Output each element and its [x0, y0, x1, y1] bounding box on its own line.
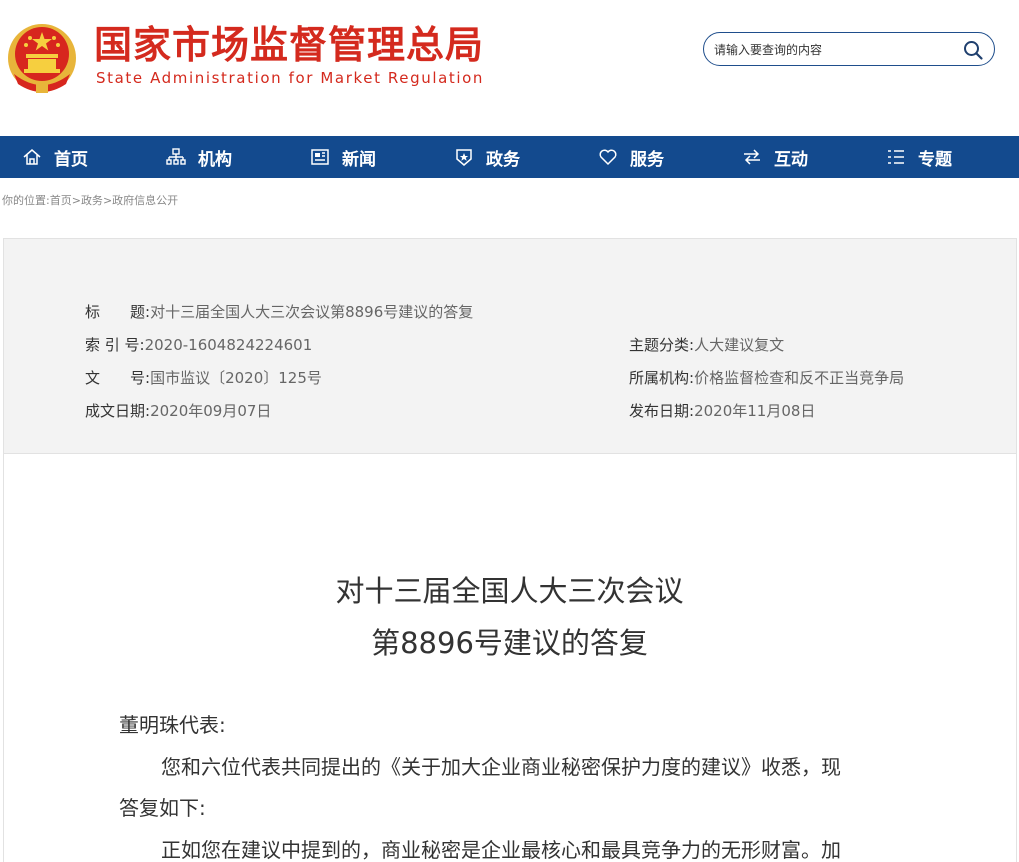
newspaper-icon	[311, 149, 329, 165]
meta-label: 发布日期:	[629, 402, 695, 420]
meta-label: 索 引 号:	[85, 336, 145, 354]
meta-index: 索 引 号:2020-1604824224601	[85, 335, 312, 355]
national-emblem-icon[interactable]	[6, 18, 78, 94]
nav-item-topics[interactable]: 专题	[886, 136, 952, 178]
search-icon[interactable]	[962, 39, 984, 61]
nav-item-org[interactable]: 机构	[166, 136, 232, 178]
site-name-en[interactable]: State Administration for Market Regulati…	[96, 69, 484, 87]
article-salutation: 董明珠代表:	[119, 713, 226, 737]
nav-item-label: 机构	[198, 149, 232, 170]
article-paragraph: 您和六位代表共同提出的《关于加大企业商业秘密保护力度的建议》收悉，现	[161, 755, 841, 779]
meta-value: 人大建议复文	[694, 336, 785, 354]
nav-item-label: 互动	[774, 149, 808, 170]
nav-item-interaction[interactable]: 互动	[742, 136, 808, 178]
badge-icon	[456, 149, 472, 166]
search-input[interactable]	[714, 39, 954, 61]
article-title-line1: 对十三届全国人大三次会议	[335, 574, 684, 608]
meta-value: 价格监督检查和反不正当竞争局	[694, 369, 905, 387]
exchange-icon	[744, 149, 760, 165]
org-chart-icon	[166, 148, 186, 165]
meta-topic: 主题分类:人大建议复文	[629, 335, 784, 355]
meta-value: 2020年09月07日	[150, 402, 272, 420]
breadcrumb-link-government[interactable]: 政务	[81, 194, 103, 207]
breadcrumb-separator: >	[71, 194, 81, 207]
breadcrumb: 你的位置:首页>政务>政府信息公开	[2, 192, 178, 208]
meta-value: 对十三届全国人大三次会议第8896号建议的答复	[150, 303, 474, 321]
breadcrumb-link-info-disclosure[interactable]: 政府信息公开	[112, 194, 178, 207]
meta-value: 2020-1604824224601	[144, 336, 313, 354]
nav-item-label: 服务	[630, 149, 664, 170]
home-icon	[23, 149, 41, 165]
site-name-cn[interactable]: 国家市场监督管理总局	[94, 22, 484, 68]
breadcrumb-link-home[interactable]: 首页	[50, 194, 72, 207]
breadcrumb-prefix: 你的位置:	[2, 194, 50, 207]
nav-item-label: 首页	[54, 149, 88, 170]
meta-created-date: 成文日期:2020年09月07日	[85, 401, 271, 421]
meta-label: 所属机构:	[629, 369, 695, 387]
meta-value: 国市监议〔2020〕125号	[150, 369, 322, 387]
breadcrumb-separator: >	[102, 194, 113, 207]
nav-item-news[interactable]: 新闻	[310, 136, 376, 178]
article-paragraph: 答复如下:	[119, 796, 206, 820]
meta-label: 成文日期:	[85, 402, 151, 420]
article-paragraph: 正如您在建议中提到的，商业秘密是企业最核心和最具竞争力的无形财富。加	[161, 838, 841, 862]
nav-item-label: 政务	[486, 149, 520, 170]
meta-label: 主题分类:	[629, 336, 695, 354]
site-header: 国家市场监督管理总局 State Administration for Mark…	[0, 0, 1019, 136]
heart-icon	[599, 149, 617, 166]
meta-title: 标 题:对十三届全国人大三次会议第8896号建议的答复	[85, 302, 473, 322]
search-box	[703, 32, 995, 66]
nav-item-home[interactable]: 首页	[22, 136, 88, 178]
meta-published-date: 发布日期:2020年11月08日	[629, 401, 815, 421]
main-nav: 首页 机构 新闻 政务 服务 互动 专题	[0, 136, 1019, 178]
nav-item-government[interactable]: 政务	[454, 136, 520, 178]
nav-item-label: 新闻	[342, 149, 376, 170]
nav-item-label: 专题	[918, 149, 952, 170]
meta-value: 2020年11月08日	[694, 402, 816, 420]
meta-doc-number: 文 号:国市监议〔2020〕125号	[85, 368, 322, 388]
article-title-line2: 第8896号建议的答复	[371, 626, 648, 660]
meta-label: 标 题:	[85, 303, 151, 321]
meta-label: 文 号:	[85, 369, 151, 387]
nav-item-service[interactable]: 服务	[598, 136, 664, 178]
meta-organization: 所属机构:价格监督检查和反不正当竞争局	[629, 368, 904, 388]
list-icon	[888, 150, 904, 164]
